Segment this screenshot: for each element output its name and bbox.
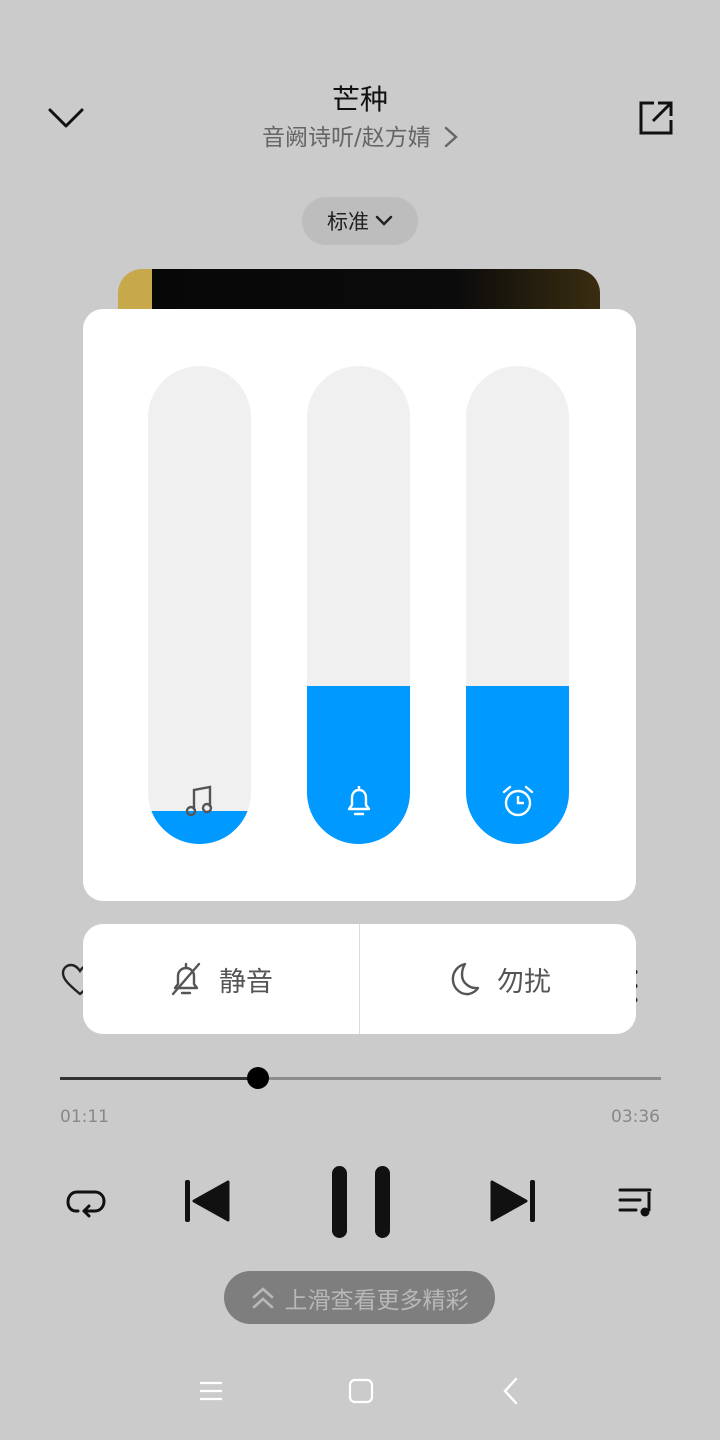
playlist-icon	[618, 1188, 652, 1217]
ringtone-volume-slider[interactable]	[307, 366, 410, 844]
artist-link[interactable]: 音阙诗听/赵方婧	[0, 118, 720, 152]
previous-button[interactable]	[178, 1175, 234, 1227]
repeat-icon	[66, 1190, 106, 1218]
next-button[interactable]	[486, 1175, 542, 1227]
music-note-icon	[148, 781, 251, 821]
skip-previous-icon	[185, 1180, 230, 1222]
pause-button[interactable]	[322, 1162, 400, 1242]
bell-icon	[307, 781, 410, 821]
moon-icon	[451, 962, 480, 996]
share-icon	[639, 101, 673, 135]
volume-panel	[83, 309, 636, 901]
back-icon	[503, 1377, 518, 1405]
chevron-down-icon	[375, 215, 393, 226]
alarm-clock-icon	[466, 781, 569, 821]
quick-actions-bar: 静音 勿扰	[83, 924, 636, 1034]
repeat-button[interactable]	[60, 1175, 112, 1227]
menu-icon	[200, 1381, 222, 1401]
skip-next-icon	[490, 1180, 535, 1222]
chevron-right-icon	[444, 126, 458, 148]
mute-label: 静音	[219, 966, 273, 998]
mute-button[interactable]: 静音	[83, 924, 359, 1034]
do-not-disturb-button[interactable]: 勿扰	[360, 924, 636, 1034]
alarm-volume-slider[interactable]	[466, 366, 569, 844]
pause-icon	[332, 1166, 390, 1238]
song-title: 芒种	[331, 83, 388, 116]
swipe-up-hint[interactable]: 上滑查看更多精彩	[224, 1271, 495, 1324]
share-button[interactable]	[632, 94, 680, 142]
dnd-label: 勿扰	[497, 966, 551, 998]
home-square-icon	[348, 1378, 374, 1404]
progress-played	[60, 1077, 259, 1080]
nav-home-button[interactable]	[346, 1376, 376, 1406]
nav-menu-button[interactable]	[196, 1376, 226, 1406]
playlist-button[interactable]	[610, 1175, 662, 1227]
quality-label: 标准	[327, 210, 369, 234]
progress-thumb[interactable]	[247, 1067, 270, 1089]
quality-selector[interactable]: 标准	[302, 197, 418, 245]
media-volume-slider[interactable]	[148, 366, 251, 844]
current-time: 01:11	[60, 1107, 109, 1127]
bell-off-icon	[171, 962, 201, 996]
total-time: 03:36	[611, 1107, 660, 1127]
favorite-icon[interactable]	[60, 962, 84, 998]
double-chevron-up-icon	[252, 1286, 273, 1308]
swipe-hint-label: 上滑查看更多精彩	[284, 1287, 469, 1314]
artist-name: 音阙诗听/赵方婧	[261, 125, 431, 151]
nav-back-button[interactable]	[496, 1376, 526, 1406]
